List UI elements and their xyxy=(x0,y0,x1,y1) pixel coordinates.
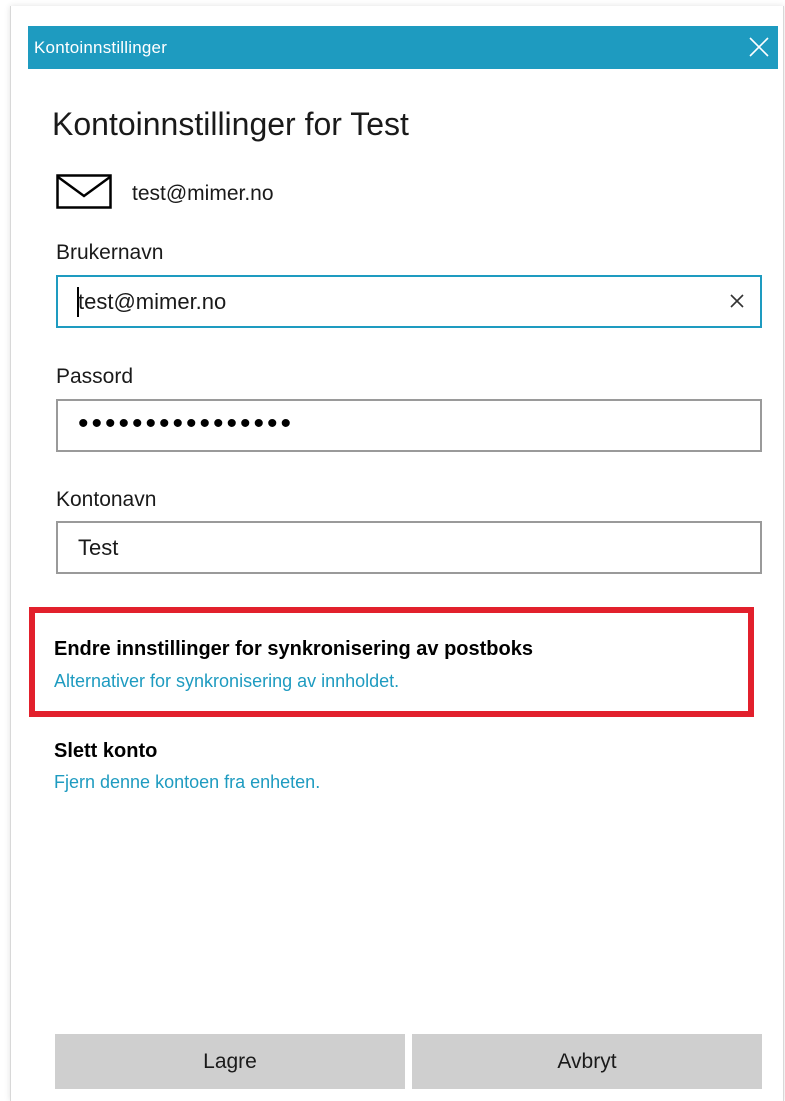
window-title: Kontoinnstillinger xyxy=(34,38,168,57)
title-bar: Kontoinnstillinger xyxy=(28,26,778,69)
account-name-label: Kontonavn xyxy=(56,488,157,511)
clear-icon[interactable] xyxy=(722,286,752,316)
sync-settings-title[interactable]: Endre innstillinger for synkronisering a… xyxy=(54,638,533,661)
save-button[interactable]: Lagre xyxy=(55,1034,405,1089)
sync-settings-link[interactable]: Alternativer for synkronisering av innho… xyxy=(54,671,399,692)
password-field[interactable]: •••••••••••••••• xyxy=(56,399,762,452)
highlight-box xyxy=(29,607,754,717)
delete-account-title[interactable]: Slett konto xyxy=(54,740,157,763)
account-name-value: Test xyxy=(78,535,119,560)
mail-icon xyxy=(56,174,112,209)
password-label: Passord xyxy=(56,365,134,388)
username-field[interactable]: test@mimer.no xyxy=(56,275,762,328)
account-email: test@mimer.no xyxy=(132,182,274,205)
cancel-button[interactable]: Avbryt xyxy=(412,1034,762,1089)
password-value: •••••••••••••••• xyxy=(78,407,295,440)
account-name-field[interactable]: Test xyxy=(56,521,762,574)
delete-account-link[interactable]: Fjern denne kontoen fra enheten. xyxy=(54,772,320,793)
username-label: Brukernavn xyxy=(56,241,164,264)
page-title: Kontoinnstillinger for Test xyxy=(52,106,409,142)
close-icon[interactable] xyxy=(742,30,776,64)
username-value: test@mimer.no xyxy=(78,289,227,314)
